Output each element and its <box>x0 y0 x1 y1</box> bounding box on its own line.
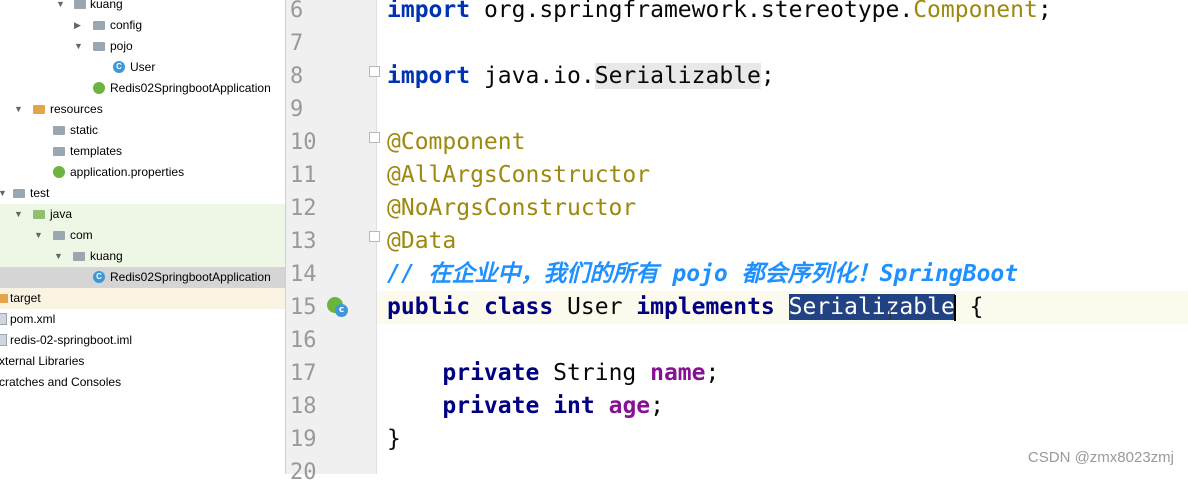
line-number: 16 <box>290 328 317 353</box>
line-number: 13 <box>290 229 317 254</box>
line-number: 14 <box>290 262 317 287</box>
line-number: 20 <box>290 460 317 485</box>
package-folder-icon <box>93 40 105 52</box>
code-line-14-comment: // 在企业中，我们的所有 pojo 都会序列化！SpringBoot <box>387 261 1019 287</box>
line-number: 11 <box>290 163 317 188</box>
tree-item-resources[interactable]: ▼ resources <box>0 99 285 120</box>
module-file-icon <box>0 334 9 346</box>
tree-item-com[interactable]: ▼ com <box>0 225 285 246</box>
tree-item-main-application[interactable]: Redis02SpringbootApplication <box>0 78 285 99</box>
line-number: 19 <box>290 427 317 452</box>
folder-icon <box>13 187 25 199</box>
line-number: 17 <box>290 361 317 386</box>
chevron-down-icon[interactable]: ▼ <box>14 209 24 219</box>
code-line-18: private int age; <box>442 393 664 419</box>
selected-text: Serializable <box>788 294 955 320</box>
code-line-8: import java.io.Serializable; <box>387 63 775 89</box>
code-line-15-current: public class User implements Serializabl… <box>377 291 1188 324</box>
line-number: 6 <box>290 0 304 23</box>
package-folder-icon <box>93 19 105 31</box>
folder-icon <box>53 145 65 157</box>
tree-item-test-application[interactable]: C Redis02SpringbootApplication <box>0 267 285 288</box>
line-number: 7 <box>290 31 304 56</box>
code-editor[interactable]: import org.springframework.stereotype.Co… <box>377 0 1188 474</box>
package-folder-icon <box>74 0 86 10</box>
class-icon: C <box>113 61 125 73</box>
tree-item-templates[interactable]: templates <box>0 141 285 162</box>
project-tree: ▼ kuang ▶ config ▼ pojo C User Redis02Sp… <box>0 0 285 474</box>
spring-properties-icon <box>53 166 65 178</box>
tree-item-iml[interactable]: redis-02-springboot.iml <box>0 330 285 351</box>
maven-file-icon <box>0 313 9 325</box>
chevron-down-icon[interactable]: ▼ <box>74 41 84 51</box>
editor-gutter: 6 7 8 9 10 11 12 13 14 15 16 17 18 19 20 <box>286 0 376 485</box>
excluded-folder-icon <box>0 292 8 304</box>
code-line-19: } <box>387 426 401 452</box>
chevron-down-icon[interactable]: ▼ <box>34 230 44 240</box>
line-number: 9 <box>290 97 304 122</box>
tree-item-scratches[interactable]: cratches and Consoles <box>0 372 285 393</box>
folder-icon <box>53 124 65 136</box>
code-line-10: @Component <box>387 129 526 155</box>
package-folder-icon <box>73 250 85 262</box>
tree-item-static[interactable]: static <box>0 120 285 141</box>
tree-item-pom[interactable]: pom.xml <box>0 309 285 330</box>
code-line-6: import org.springframework.stereotype.Co… <box>387 0 1052 23</box>
code-line-17: private String name; <box>442 360 720 386</box>
code-line-11: @AllArgsConstructor <box>387 162 651 188</box>
tree-item-target[interactable]: target <box>0 288 285 309</box>
tree-item-test-kuang[interactable]: ▼ kuang <box>0 246 285 267</box>
watermark: CSDN @zmx8023zmj <box>1027 449 1174 466</box>
tree-item-kuang[interactable]: ▼ kuang <box>0 0 285 15</box>
test-source-folder-icon <box>33 208 45 220</box>
resources-folder-icon <box>33 103 45 115</box>
code-line-13: @Data <box>387 228 457 254</box>
line-number: 18 <box>290 394 317 419</box>
tree-item-java[interactable]: ▼ java <box>0 204 285 225</box>
package-folder-icon <box>53 229 65 241</box>
tree-item-test[interactable]: ▼ test <box>0 183 285 204</box>
line-number: 10 <box>290 130 317 155</box>
tree-item-user[interactable]: C User <box>0 57 285 78</box>
mouse-ibeam-cursor-icon: I <box>888 308 893 324</box>
tree-item-application-properties[interactable]: application.properties <box>0 162 285 183</box>
line-number: 15 <box>290 295 317 320</box>
tree-item-external-libraries[interactable]: xternal Libraries <box>0 351 285 372</box>
code-line-12: @NoArgsConstructor <box>387 195 637 221</box>
test-class-icon: C <box>93 271 105 283</box>
chevron-down-icon[interactable]: ▼ <box>0 188 8 198</box>
spring-boot-class-icon <box>93 82 105 94</box>
line-number: 8 <box>290 64 304 89</box>
chevron-down-icon[interactable]: ▼ <box>14 104 24 114</box>
line-number: 12 <box>290 196 317 221</box>
chevron-down-icon[interactable]: ▼ <box>54 251 64 261</box>
spring-bean-class-icon[interactable]: c <box>325 295 349 319</box>
chevron-down-icon[interactable]: ▼ <box>56 0 66 9</box>
tree-item-config[interactable]: ▶ config <box>0 15 285 36</box>
tree-item-pojo[interactable]: ▼ pojo <box>0 36 285 57</box>
chevron-right-icon[interactable]: ▶ <box>74 20 84 30</box>
